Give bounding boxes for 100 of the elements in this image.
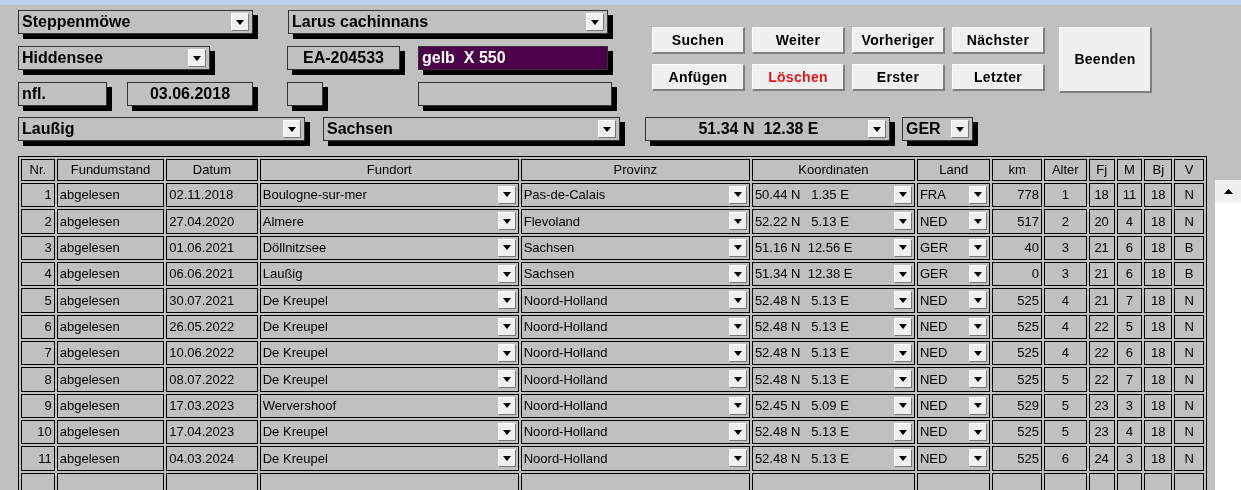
table-cell: 21 [1088, 235, 1115, 260]
table-cell: abgelesen [56, 419, 165, 445]
table-cell: 11 [21, 446, 55, 471]
action-button[interactable]: Vorheriger [852, 27, 945, 54]
dropdown-cell[interactable]: NED [916, 393, 991, 418]
dropdown-cell[interactable]: NED [916, 209, 991, 234]
dropdown-cell[interactable]: Noord-Holland [520, 393, 750, 418]
dropdown-cell[interactable]: 52.22 N 5.13 E [751, 209, 915, 234]
dropdown-cell[interactable]: Noord-Holland [520, 288, 750, 313]
dropdown-cell[interactable]: Noord-Holland [520, 419, 750, 445]
table-cell: abgelesen [56, 367, 165, 392]
dropdown-cell[interactable]: De Kreupel [259, 446, 519, 471]
dropdown-cell[interactable]: Flevoland [520, 209, 750, 234]
table-cell: 3 [1043, 235, 1087, 260]
dropdown-cell[interactable]: GER [916, 235, 991, 260]
dropdown-cell[interactable]: 52.48 N 5.13 E [751, 288, 915, 313]
table-cell: 20 [1088, 209, 1115, 234]
dropdown-cell[interactable]: GER [916, 261, 991, 287]
table-cell: 517 [992, 209, 1042, 234]
table-cell: 10 [21, 419, 55, 445]
dropdown-cell[interactable]: Sachsen [520, 235, 750, 260]
dropdown-cell[interactable]: 52.48 N 5.13 E [751, 446, 915, 471]
table-cell: 4 [21, 261, 55, 287]
action-button[interactable]: Löschen [752, 64, 845, 91]
table-cell: 04.03.2024 [166, 446, 258, 471]
dropdown-cell[interactable]: NED [916, 340, 991, 366]
exit-button[interactable]: Beenden [1059, 27, 1152, 93]
table-cell: N [1174, 182, 1204, 208]
dropdown-cell[interactable]: Almere [259, 209, 519, 234]
action-button[interactable]: Weiter [752, 27, 845, 54]
dropdown-cell[interactable]: 52.48 N 5.13 E [751, 340, 915, 366]
table-cell: 4 [1043, 314, 1087, 339]
table-cell: 6 [1116, 261, 1143, 287]
dropdown-cell[interactable]: De Kreupel [259, 367, 519, 392]
table-cell: N [1174, 419, 1204, 445]
dropdown-cell[interactable]: Laußig [259, 261, 519, 287]
table-cell: 4 [1043, 288, 1087, 313]
table-cell: 23 [1088, 419, 1115, 445]
table-cell: 22 [1088, 340, 1115, 366]
table-cell: 778 [992, 182, 1042, 208]
table-cell: 3 [21, 235, 55, 260]
dropdown-cell[interactable]: Sachsen [520, 261, 750, 287]
dropdown-cell[interactable]: De Kreupel [259, 314, 519, 339]
table-cell: 9 [21, 393, 55, 418]
dropdown-cell[interactable]: 52.48 N 5.13 E [751, 419, 915, 445]
table-cell: 7 [1116, 367, 1143, 392]
dropdown-cell[interactable]: 51.16 N 12.56 E [751, 235, 915, 260]
dropdown-cell[interactable]: Noord-Holland [520, 446, 750, 471]
action-button[interactable]: Suchen [652, 27, 745, 54]
table-cell: N [1174, 314, 1204, 339]
table-cell: 3 [1116, 393, 1143, 418]
table-cell: 3 [1043, 261, 1087, 287]
dropdown-cell[interactable]: NED [916, 314, 991, 339]
action-button[interactable]: Letzter [952, 64, 1045, 91]
action-button[interactable]: Anfügen [652, 64, 745, 91]
table-cell: 40 [992, 235, 1042, 260]
table-cell: 525 [992, 446, 1042, 471]
table-cell: 30.07.2021 [166, 288, 258, 313]
dropdown-cell[interactable]: Döllnitzsee [259, 235, 519, 260]
table-cell: N [1174, 340, 1204, 366]
table-cell: 11 [1116, 182, 1143, 208]
dropdown-cell[interactable]: 51.34 N 12.38 E [751, 261, 915, 287]
table-cell: 529 [992, 393, 1042, 418]
column-header: Alter [1043, 159, 1087, 181]
table-cell: abgelesen [56, 446, 165, 471]
table-cell: 18 [1144, 235, 1173, 260]
dropdown-cell[interactable]: De Kreupel [259, 288, 519, 313]
table-cell: 525 [992, 367, 1042, 392]
table-cell: 21 [1088, 288, 1115, 313]
table-cell: 18 [1144, 446, 1173, 471]
table-cell: 2 [21, 209, 55, 234]
dropdown-cell[interactable]: 52.45 N 5.09 E [751, 393, 915, 418]
dropdown-cell[interactable]: Noord-Holland [520, 340, 750, 366]
dropdown-cell[interactable]: De Kreupel [259, 340, 519, 366]
dropdown-cell[interactable]: Noord-Holland [520, 367, 750, 392]
dropdown-cell[interactable]: 52.48 N 5.13 E [751, 367, 915, 392]
table-cell: 18 [1144, 209, 1173, 234]
action-button[interactable]: Erster [852, 64, 945, 91]
dropdown-cell[interactable]: Pas-de-Calais [520, 182, 750, 208]
dropdown-cell[interactable]: NED [916, 446, 991, 471]
dropdown-cell[interactable]: NED [916, 367, 991, 392]
table-cell: 525 [992, 288, 1042, 313]
dropdown-cell[interactable]: De Kreupel [259, 419, 519, 445]
action-button[interactable]: Nächster [952, 27, 1045, 54]
column-header: V [1174, 159, 1204, 181]
table-cell: 24 [1088, 446, 1115, 471]
table-cell: 18 [1144, 419, 1173, 445]
table-cell: abgelesen [56, 340, 165, 366]
column-header: Fj [1088, 159, 1115, 181]
dropdown-cell[interactable]: NED [916, 419, 991, 445]
table-cell: B [1174, 261, 1204, 287]
dropdown-cell[interactable]: 52.48 N 5.13 E [751, 314, 915, 339]
dropdown-cell[interactable]: FRA [916, 182, 991, 208]
column-header: Provinz [520, 159, 750, 181]
dropdown-cell[interactable]: Noord-Holland [520, 314, 750, 339]
dropdown-cell[interactable]: NED [916, 288, 991, 313]
dropdown-cell[interactable]: Wervershoof [259, 393, 519, 418]
dropdown-cell[interactable]: Boulogne-sur-mer [259, 182, 519, 208]
table-cell: 2 [1043, 209, 1087, 234]
dropdown-cell[interactable]: 50.44 N 1.35 E [751, 182, 915, 208]
